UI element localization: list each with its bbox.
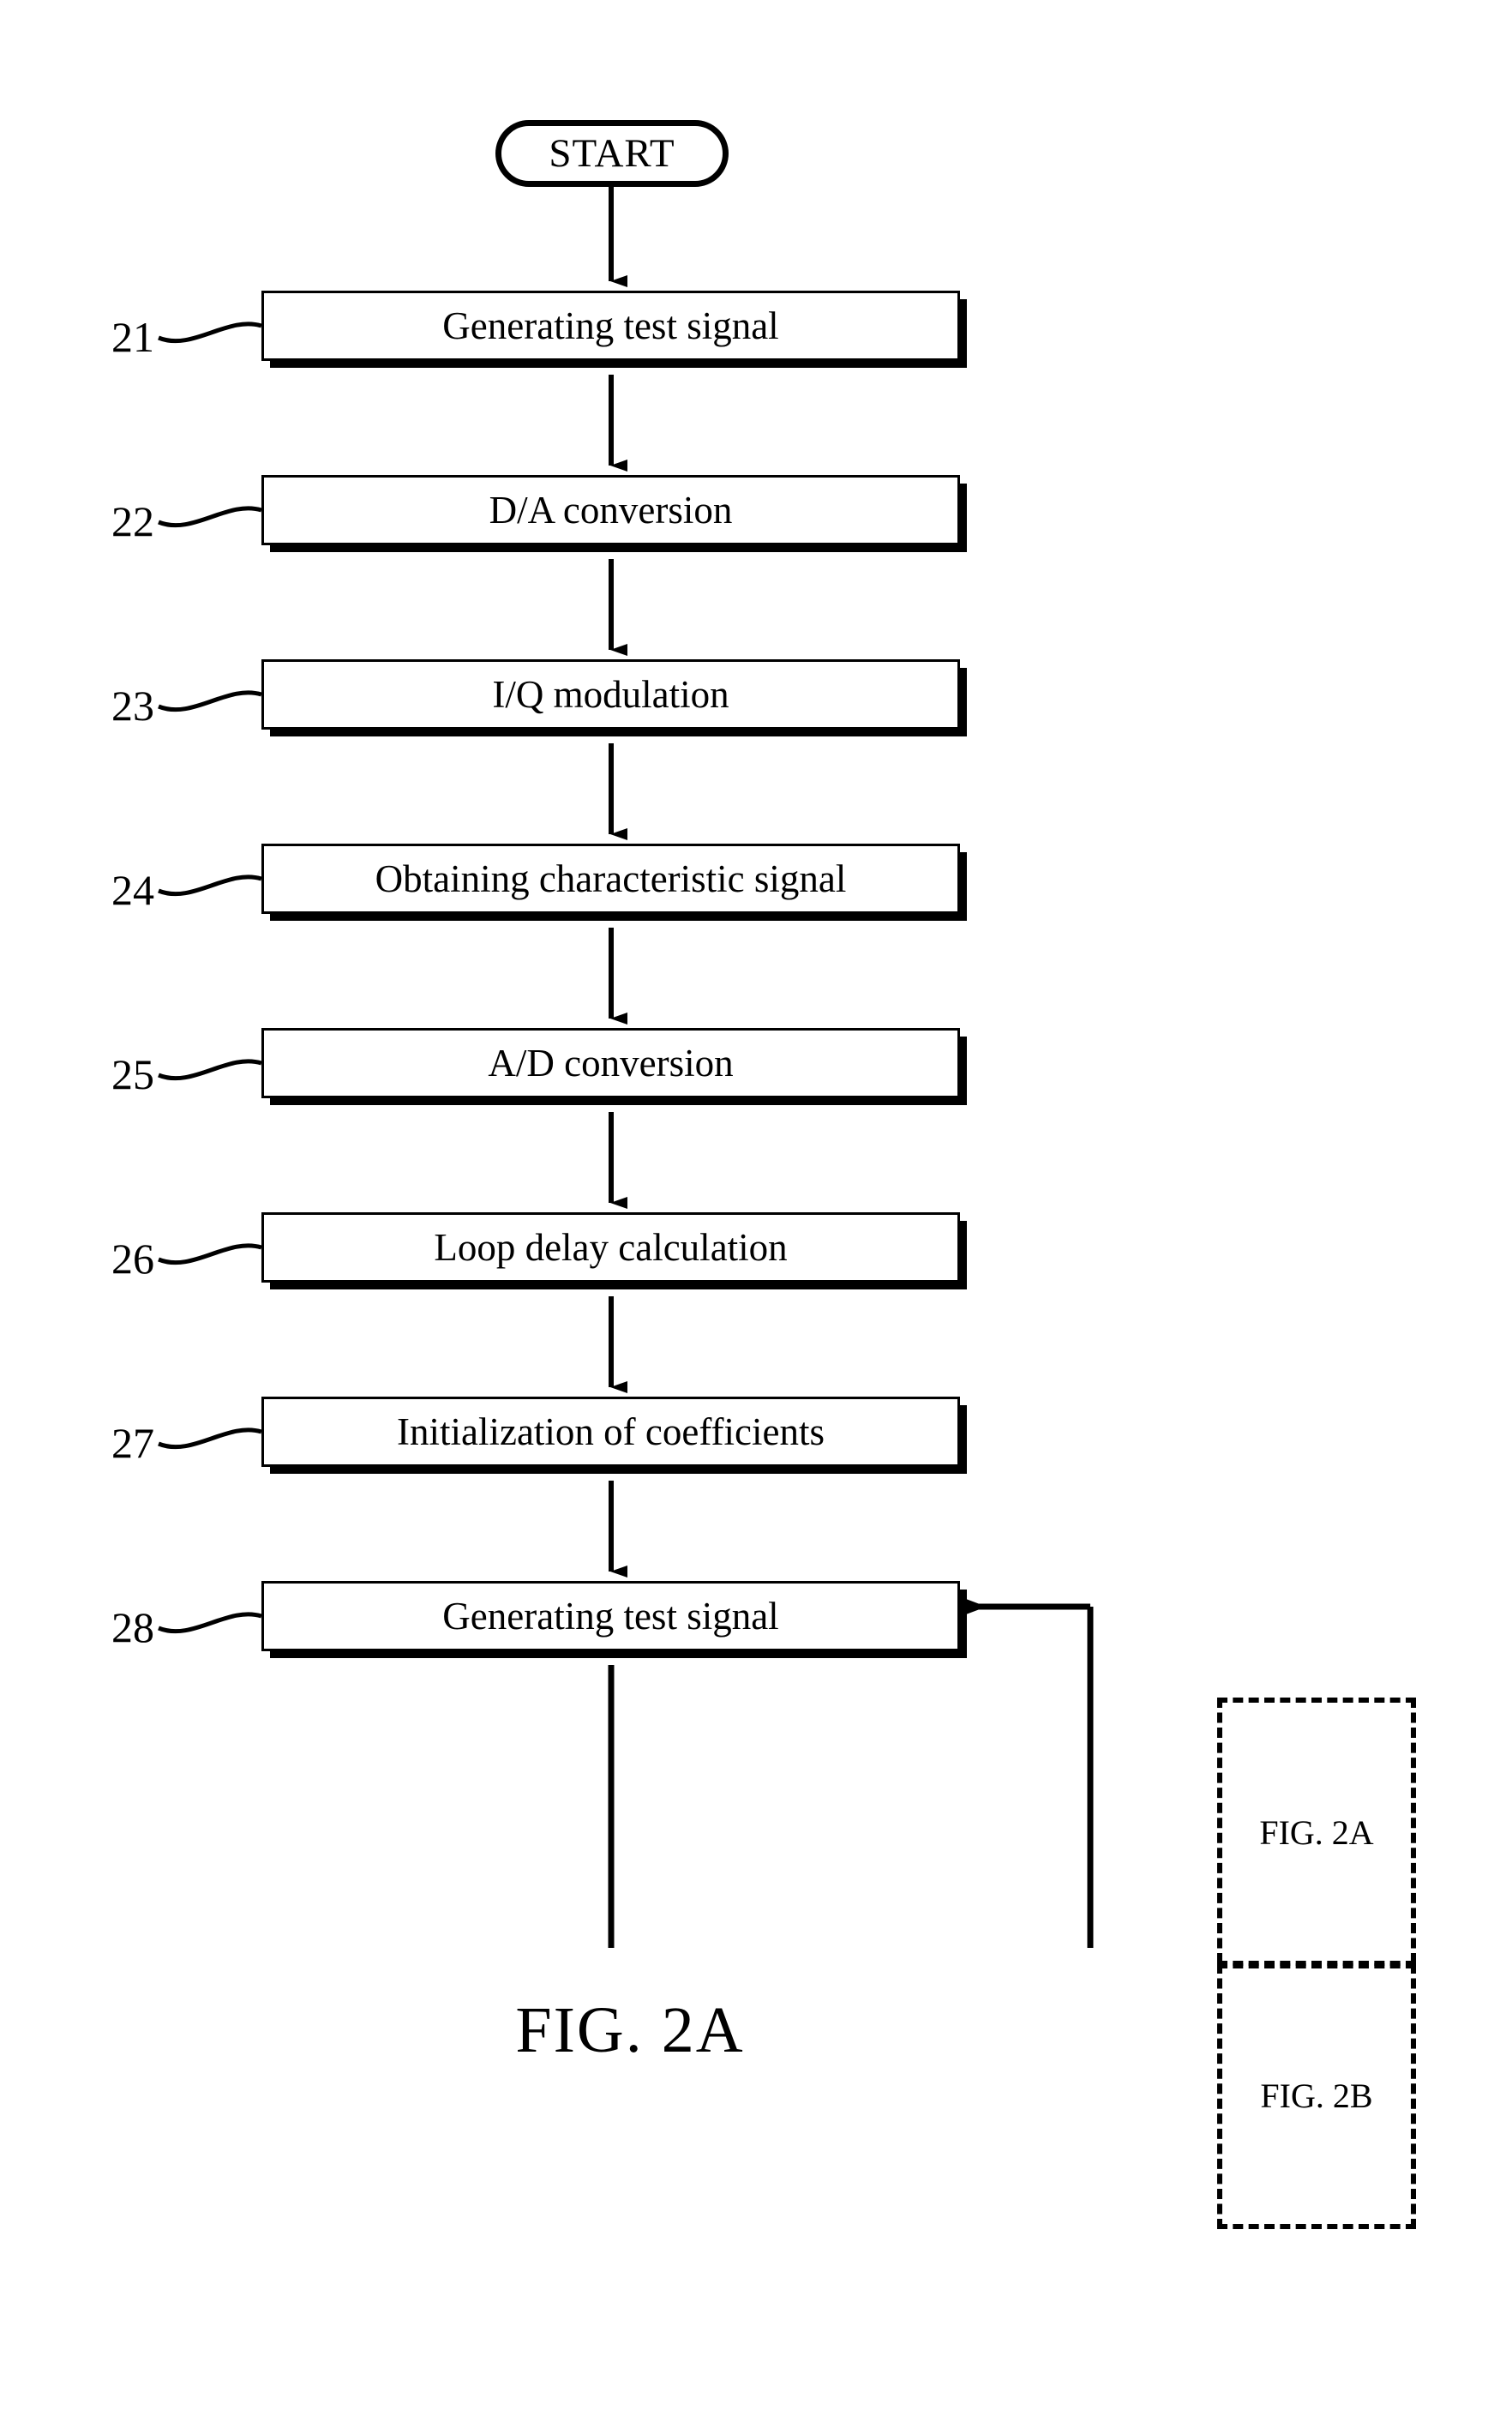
process-box-24: Obtaining characteristic signal: [261, 844, 960, 914]
leader-line-26: [158, 1243, 262, 1265]
process-box-22: D/A conversion: [261, 475, 960, 545]
reference-number-22-text: 22: [111, 497, 154, 545]
sheet-key-cell-2b: FIG. 2B: [1217, 1963, 1416, 2229]
patent-figure-2a: START 21 22 23 24 25 26 27 28 Generating…: [0, 0, 1512, 2410]
leader-line-27: [158, 1427, 262, 1450]
sheet-key-cell-2a: FIG. 2A: [1217, 1698, 1416, 1963]
process-box-26-label: Loop delay calculation: [434, 1225, 788, 1269]
reference-number-26: 26: [51, 1237, 154, 1280]
start-terminator-label: START: [549, 130, 675, 176]
process-box-25-label: A/D conversion: [488, 1041, 734, 1085]
process-box-21: Generating test signal: [261, 291, 960, 361]
reference-number-23: 23: [51, 684, 154, 727]
process-box-28-label: Generating test signal: [442, 1594, 779, 1638]
start-terminator: START: [495, 120, 729, 187]
reference-number-24-text: 24: [111, 866, 154, 914]
reference-number-21-text: 21: [111, 313, 154, 361]
process-box-27: Initialization of coefficients: [261, 1397, 960, 1467]
process-box-23: I/Q modulation: [261, 659, 960, 730]
reference-number-21: 21: [51, 316, 154, 358]
process-box-28: Generating test signal: [261, 1581, 960, 1651]
reference-number-25: 25: [51, 1053, 154, 1096]
reference-number-27-text: 27: [111, 1419, 154, 1467]
process-box-24-label: Obtaining characteristic signal: [375, 856, 847, 900]
leader-line-22: [158, 506, 262, 528]
leader-line-23: [158, 690, 262, 712]
process-box-21-label: Generating test signal: [442, 304, 779, 347]
reference-number-25-text: 25: [111, 1050, 154, 1098]
sheet-key-cell-2a-label: FIG. 2A: [1259, 1813, 1374, 1852]
leader-line-25: [158, 1059, 262, 1081]
leader-line-28: [158, 1612, 262, 1634]
process-box-22-label: D/A conversion: [489, 488, 733, 532]
sheet-key-cell-2b-label: FIG. 2B: [1260, 2076, 1373, 2115]
leader-line-24: [158, 874, 262, 897]
process-box-23-label: I/Q modulation: [492, 672, 729, 716]
sheet-key-legend: FIG. 2A FIG. 2B: [1217, 1698, 1416, 2229]
process-box-27-label: Initialization of coefficients: [397, 1409, 825, 1453]
reference-number-24: 24: [51, 868, 154, 911]
reference-number-28-text: 28: [111, 1603, 154, 1651]
leader-line-21: [158, 322, 262, 344]
reference-number-28: 28: [51, 1606, 154, 1649]
process-box-26: Loop delay calculation: [261, 1212, 960, 1283]
figure-caption: FIG. 2A: [515, 1994, 745, 2066]
process-box-25: A/D conversion: [261, 1028, 960, 1098]
reference-number-22: 22: [51, 500, 154, 543]
reference-number-26-text: 26: [111, 1235, 154, 1283]
reference-number-27: 27: [51, 1421, 154, 1464]
reference-number-23-text: 23: [111, 682, 154, 730]
